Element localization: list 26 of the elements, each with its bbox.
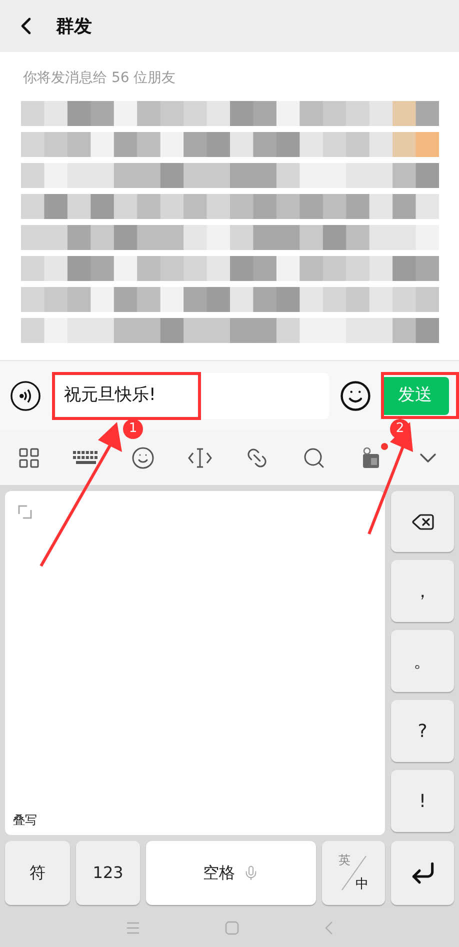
search-icon[interactable] xyxy=(302,446,326,470)
keyboard-icon[interactable] xyxy=(72,450,98,464)
sticker-icon[interactable] xyxy=(360,446,380,470)
page-title: 群发 xyxy=(56,14,92,38)
punctuation-key[interactable]: ， xyxy=(391,560,454,622)
pad-label: 叠写 xyxy=(13,812,37,829)
keyboard-key[interactable]: 符 xyxy=(5,841,70,905)
language-switch-key[interactable]: 英 中 xyxy=(322,841,386,905)
handwriting-pad[interactable]: 叠写 xyxy=(5,491,385,835)
punctuation-key[interactable]: ? xyxy=(391,700,454,762)
punctuation-key[interactable]: ! xyxy=(391,770,454,832)
backspace-key[interactable] xyxy=(391,491,454,552)
grid-icon[interactable] xyxy=(16,446,40,470)
cursor-icon[interactable] xyxy=(188,446,212,468)
corner-icon xyxy=(18,505,32,519)
voice-icon[interactable] xyxy=(10,380,42,412)
emoji-icon[interactable] xyxy=(130,446,154,470)
emoji-icon[interactable] xyxy=(339,378,372,412)
keyboard-key[interactable]: 123 xyxy=(76,841,140,905)
enter-key[interactable] xyxy=(391,841,454,905)
punctuation-key[interactable]: 。 xyxy=(391,630,454,692)
space-key[interactable]: 空格 xyxy=(146,841,316,905)
slash-icon xyxy=(340,855,368,891)
recipient-count: 你将发消息给 56 位朋友 xyxy=(22,69,177,88)
microphone-icon xyxy=(243,865,259,881)
message-field[interactable]: 祝元旦快乐! xyxy=(51,372,330,418)
